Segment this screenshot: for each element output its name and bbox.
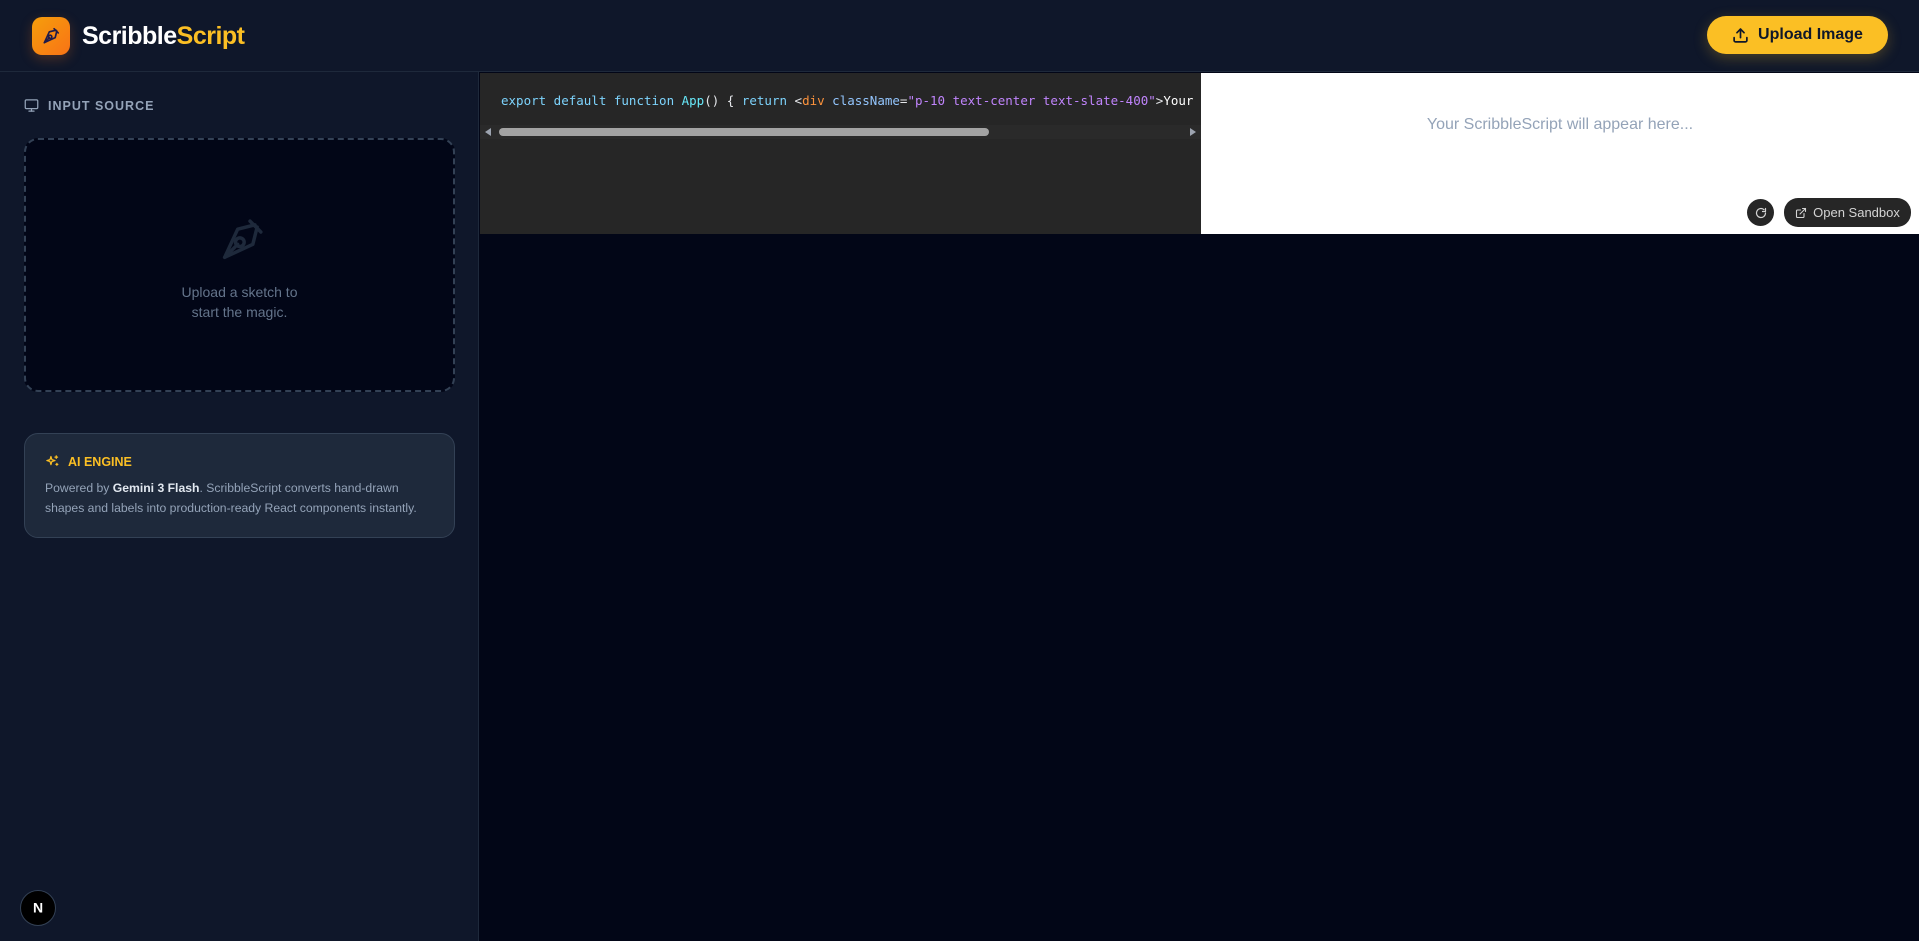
brand-name-part2: Script xyxy=(176,22,245,50)
logo-badge xyxy=(32,17,70,55)
refresh-icon xyxy=(1755,207,1766,218)
ai-engine-title: AI ENGINE xyxy=(45,454,132,469)
scroll-left-arrow-icon[interactable] xyxy=(485,128,491,136)
app-header: ScribbleScript Upload Image xyxy=(0,0,1919,72)
dropzone-hint: Upload a sketch to start the magic. xyxy=(26,282,453,322)
code-token-return: return xyxy=(741,93,795,108)
scrollbar-thumb[interactable] xyxy=(499,128,989,136)
code-token-function-name: App xyxy=(681,93,705,108)
code-editor[interactable]: export default function App() { return <… xyxy=(480,73,1201,234)
preview-pane: Your ScribbleScript will appear here... … xyxy=(1201,73,1919,234)
sparkles-icon xyxy=(46,455,59,466)
code-token-string: "p-10 text-center text-slate-400" xyxy=(907,93,1156,108)
code-token-attr: className xyxy=(824,93,900,108)
scroll-right-arrow-icon[interactable] xyxy=(1190,128,1196,136)
brand-name: ScribbleScript xyxy=(82,20,245,52)
dropzone-hint-line2: start the magic. xyxy=(191,304,288,320)
external-link-icon xyxy=(1796,207,1807,218)
code-token-text: Your ScribbleScript will appear here... xyxy=(1163,93,1201,108)
nextjs-badge[interactable]: N xyxy=(20,890,56,926)
monitor-icon xyxy=(24,99,39,112)
ai-engine-model: Gemini 3 Flash xyxy=(112,481,200,495)
preview-placeholder: Your ScribbleScript will appear here... xyxy=(1426,116,1694,133)
upload-image-label: Upload Image xyxy=(1758,26,1863,43)
upload-icon xyxy=(1733,27,1748,43)
upload-image-button[interactable]: Upload Image xyxy=(1707,16,1888,54)
brand-name-part1: Scribble xyxy=(82,22,177,50)
code-token-keywords: export default function xyxy=(501,93,682,108)
code-token-lt: < xyxy=(794,93,803,108)
open-sandbox-button[interactable]: Open Sandbox xyxy=(1784,198,1911,227)
ai-engine-description: Powered by Gemini 3 Flash. ScribbleScrip… xyxy=(45,478,440,518)
code-horizontal-scrollbar[interactable] xyxy=(480,125,1201,139)
input-source-label: INPUT SOURCE xyxy=(24,98,154,113)
code-token-tag: div xyxy=(802,93,825,108)
ai-engine-desc-prefix: Powered by xyxy=(45,481,113,495)
ai-engine-card: AI ENGINE Powered by Gemini 3 Flash. Scr… xyxy=(24,433,455,538)
code-line: export default function App() { return <… xyxy=(501,91,1201,111)
pen-nib-icon xyxy=(43,27,60,44)
refresh-button[interactable] xyxy=(1747,199,1774,226)
sketch-dropzone[interactable]: Upload a sketch to start the magic. xyxy=(24,138,455,392)
input-source-text: INPUT SOURCE xyxy=(48,98,155,113)
pen-nib-icon xyxy=(222,219,263,260)
badge-letter: N xyxy=(33,900,43,916)
open-sandbox-label: Open Sandbox xyxy=(1813,205,1900,220)
ai-engine-title-text: AI ENGINE xyxy=(68,454,132,469)
code-token-parens: () { xyxy=(704,93,742,108)
dropzone-hint-line1: Upload a sketch to xyxy=(181,284,298,300)
n-letter-icon: N xyxy=(33,900,43,916)
sidebar: INPUT SOURCE Upload a sketch to start th… xyxy=(0,72,479,941)
